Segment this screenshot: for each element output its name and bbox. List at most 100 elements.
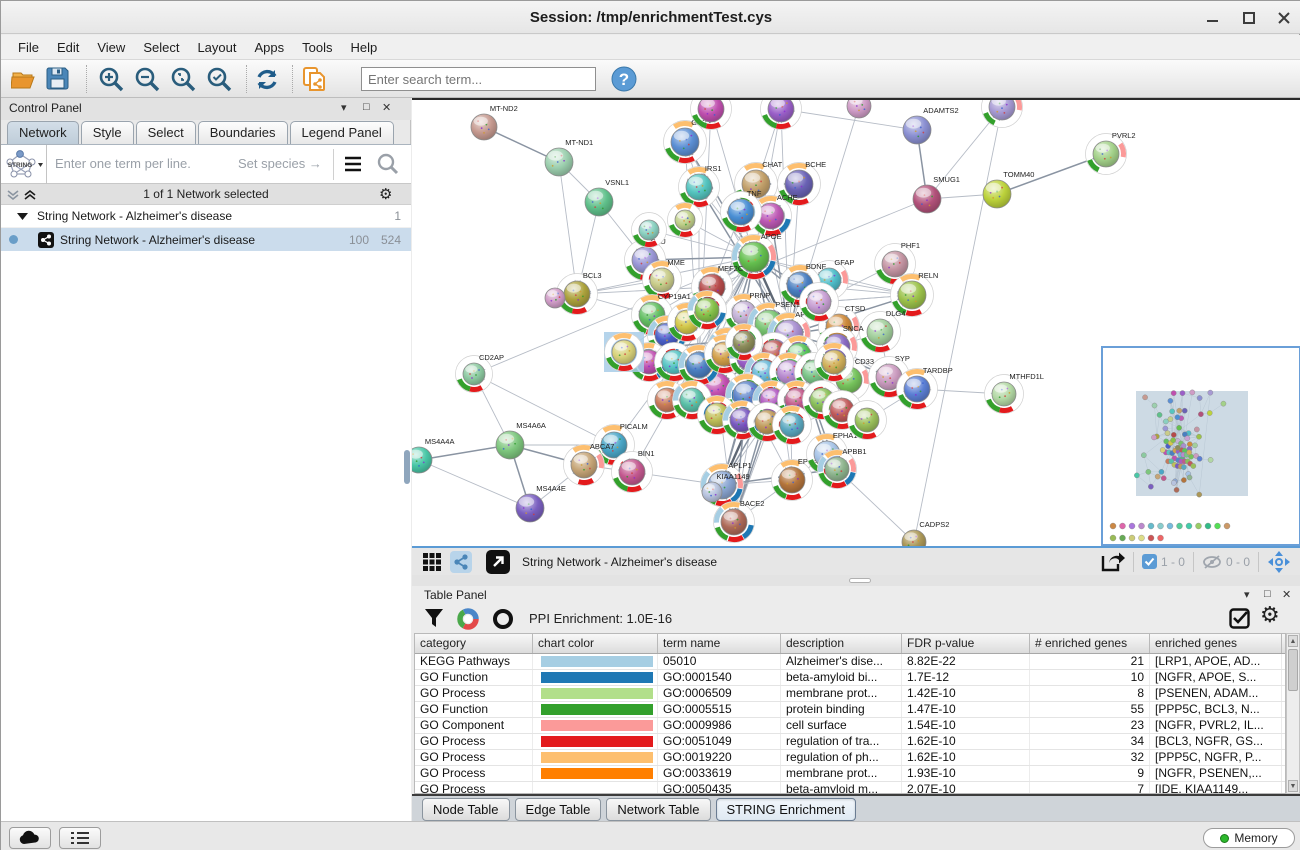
menu-layout[interactable]: Layout (188, 37, 245, 58)
network-node[interactable] (982, 100, 1023, 128)
tab-network[interactable]: Network (7, 121, 79, 144)
network-node[interactable] (847, 100, 871, 118)
panel-float-icon[interactable]: □ (363, 101, 370, 113)
share-view-icon[interactable] (450, 551, 472, 573)
network-node-mthfd1l[interactable]: MTHFD1L (985, 372, 1044, 414)
tab-string-enrichment[interactable]: STRING Enrichment (716, 798, 856, 821)
panel-splitter-grip[interactable] (404, 450, 410, 484)
tab-network-table[interactable]: Network Table (606, 798, 710, 821)
maximize-icon[interactable] (1240, 9, 1258, 27)
network-collection-row[interactable]: String Network - Alzheimer's disease 1 (1, 205, 411, 228)
grid-view-icon[interactable] (422, 552, 442, 572)
table-row[interactable]: GO ComponentGO:0009986cell surface1.54E-… (415, 718, 1285, 734)
clone-network-icon[interactable] (300, 65, 328, 93)
panel-menu-icon[interactable]: ▾ (341, 101, 347, 114)
column-header-chart-color[interactable]: chart color (533, 634, 658, 653)
menu-view[interactable]: View (88, 37, 134, 58)
network-node[interactable] (761, 100, 802, 130)
panel-menu-icon[interactable]: ▾ (1244, 588, 1250, 601)
panel-close-icon[interactable]: ✕ (1282, 588, 1291, 601)
expand-all-icon[interactable] (23, 189, 37, 201)
column-header-description[interactable]: description (781, 634, 902, 653)
network-node-tomm40[interactable]: TOMM40 (983, 170, 1034, 208)
table-row[interactable]: KEGG Pathways05010Alzheimer's dise...8.8… (415, 654, 1285, 670)
tab-legend-panel[interactable]: Legend Panel (290, 121, 394, 144)
network-row[interactable]: String Network - Alzheimer's disease 100… (1, 228, 411, 251)
network-node[interactable] (815, 343, 854, 382)
network-panel-gear-icon[interactable]: ⚙ (379, 185, 392, 203)
zoom-out-icon[interactable] (134, 66, 161, 93)
tab-boundaries[interactable]: Boundaries (198, 121, 288, 144)
table-row[interactable]: GO ProcessGO:0051049regulation of tra...… (415, 734, 1285, 750)
menu-tools[interactable]: Tools (293, 37, 341, 58)
string-search-icon[interactable] (376, 152, 400, 176)
minimize-icon[interactable] (1204, 9, 1222, 27)
network-node-tardbp[interactable]: TARDBP (897, 366, 953, 410)
enrichment-table[interactable]: categorychart colorterm namedescriptionF… (414, 633, 1286, 794)
set-species-link[interactable]: Set species → (238, 156, 322, 171)
network-node-tnf[interactable]: TNF (721, 189, 762, 233)
table-row[interactable]: GO ProcessGO:0006509membrane prot...1.42… (415, 686, 1285, 702)
menu-apps[interactable]: Apps (246, 37, 294, 58)
scroll-up-arrow[interactable]: ▲ (1288, 635, 1298, 647)
column-header-enriched-genes[interactable]: enriched genes (1150, 634, 1282, 653)
network-node-smug1[interactable]: SMUG1 (913, 175, 960, 213)
memory-button[interactable]: Memory (1203, 828, 1295, 848)
tab-select[interactable]: Select (136, 121, 196, 144)
network-node[interactable] (688, 291, 727, 330)
select-columns-icon[interactable] (1229, 608, 1250, 629)
automation-cloud-button[interactable] (9, 827, 51, 849)
table-scrollbar[interactable]: ▲ ▼ (1286, 633, 1300, 794)
network-node-mt-nd1[interactable]: MT-ND1 (545, 138, 593, 176)
string-query-input[interactable]: Enter one term per line. (55, 156, 191, 171)
birdseye-view[interactable] (1101, 346, 1300, 546)
network-node[interactable] (800, 283, 839, 322)
filter-icon[interactable] (424, 608, 444, 629)
tab-node-table[interactable]: Node Table (422, 798, 510, 821)
birdseye-toggle-icon[interactable] (1267, 550, 1291, 574)
ring-chart-icon[interactable] (492, 608, 514, 630)
menu-file[interactable]: File (9, 37, 48, 58)
network-node[interactable] (632, 213, 667, 248)
panel-float-icon[interactable]: □ (1264, 588, 1271, 600)
network-node-cd2ap[interactable]: CD2AP (456, 353, 504, 393)
network-node-vsnl1[interactable]: VSNL1 (585, 178, 629, 216)
network-node[interactable] (668, 203, 703, 238)
network-edge[interactable] (474, 374, 614, 445)
network-node[interactable] (773, 406, 812, 445)
table-row[interactable]: GO FunctionGO:0005515protein binding1.47… (415, 702, 1285, 718)
panel-close-icon[interactable]: ✕ (382, 101, 391, 114)
column-header-term-name[interactable]: term name (658, 634, 781, 653)
zoom-in-icon[interactable] (98, 66, 125, 93)
task-list-button[interactable] (59, 827, 101, 849)
zoom-selected-icon[interactable] (206, 66, 233, 93)
network-node-pvrl2[interactable]: PVRL2 (1086, 131, 1136, 175)
network-node[interactable] (604, 332, 644, 372)
detach-view-icon[interactable] (486, 550, 510, 574)
tab-style[interactable]: Style (81, 121, 134, 144)
network-edge[interactable] (914, 107, 1002, 542)
menu-help[interactable]: Help (342, 37, 387, 58)
save-session-icon[interactable] (45, 66, 70, 91)
refresh-icon[interactable] (254, 67, 280, 92)
tab-edge-table[interactable]: Edge Table (515, 798, 602, 821)
table-row[interactable]: GO FunctionGO:0001540beta-amyloid bi...1… (415, 670, 1285, 686)
export-network-icon[interactable] (1099, 550, 1125, 574)
splitter-grip[interactable] (849, 578, 871, 583)
collapse-all-icon[interactable] (6, 189, 20, 201)
network-node[interactable] (848, 401, 887, 440)
zoom-fit-icon[interactable] (170, 66, 197, 93)
table-row[interactable]: GO ProcessGO:0033619membrane prot...1.93… (415, 766, 1285, 782)
chart-settings-icon[interactable] (457, 608, 479, 630)
table-settings-gear-icon[interactable]: ⚙ (1260, 602, 1280, 628)
scroll-down-arrow[interactable]: ▼ (1288, 780, 1298, 792)
close-icon[interactable] (1275, 9, 1293, 27)
string-protein-query-button[interactable]: STRING (1, 145, 47, 184)
panel-splitter[interactable] (412, 575, 1300, 586)
menu-select[interactable]: Select (134, 37, 188, 58)
table-row[interactable]: GO ProcessGO:0050435beta-amyloid m...2.0… (415, 782, 1285, 794)
network-node-mt-nd2[interactable]: MT-ND2 (471, 104, 518, 140)
scroll-thumb[interactable] (1288, 649, 1298, 691)
network-node-irs1[interactable]: IRS1 (679, 164, 722, 208)
column-header-FDR-p-value[interactable]: FDR p-value (902, 634, 1030, 653)
